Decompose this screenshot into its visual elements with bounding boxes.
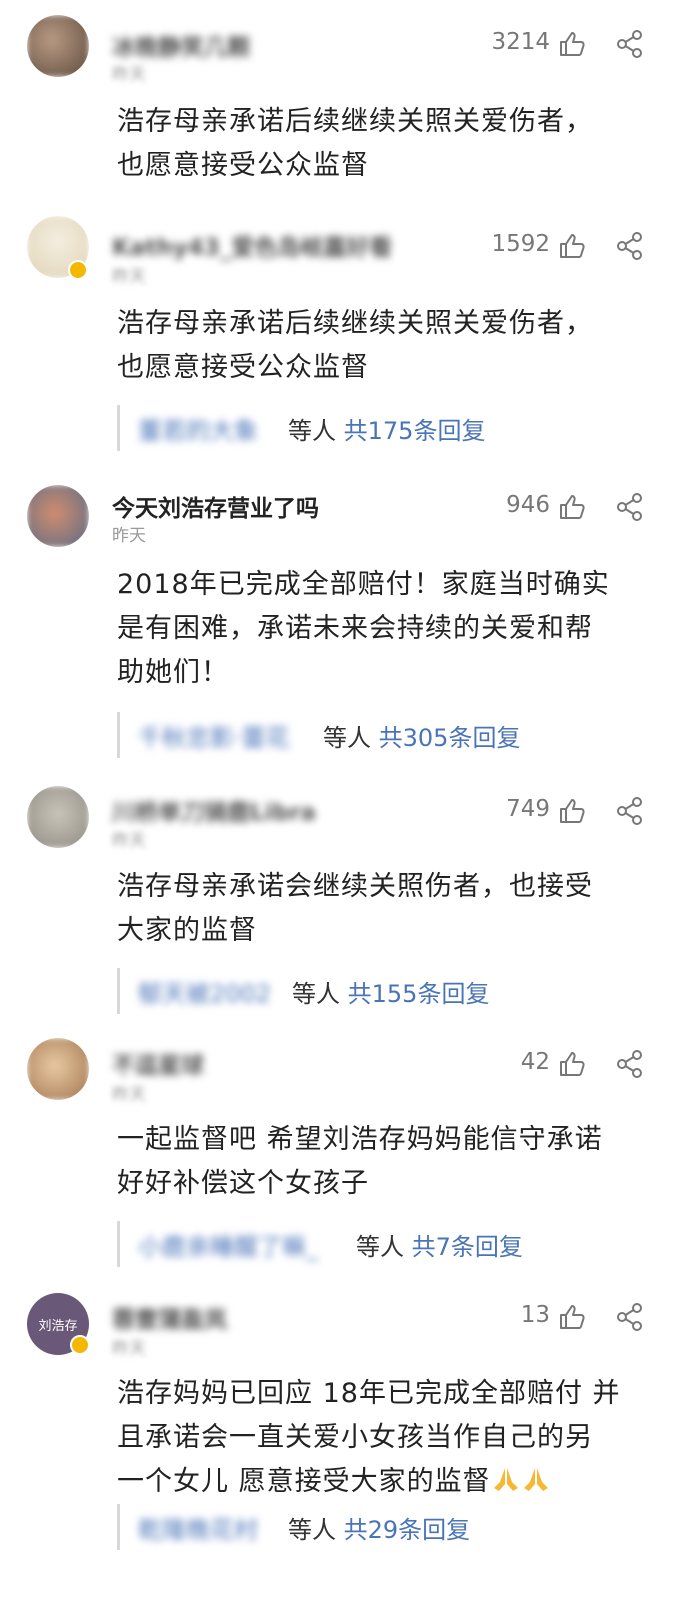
- comment-line: 浩存母亲承诺会继续关照伤者，也接受: [117, 871, 593, 902]
- timestamp: 昨天: [112, 267, 146, 287]
- reply-suffix: 等人: [292, 980, 340, 1008]
- reply-suffix: 等人: [356, 1233, 404, 1261]
- reply-suffix: 等人: [288, 417, 336, 445]
- comment-line: 浩存母亲承诺后续继续关照关爱伤者，: [117, 106, 593, 137]
- avatar-label: 刘浩存: [38, 1319, 78, 1334]
- replies-link[interactable]: 董若的大象 等人 共175条回复: [117, 405, 485, 451]
- timestamp: 昨天: [112, 1339, 146, 1359]
- timestamp: 昨天: [112, 831, 146, 851]
- avatar[interactable]: [27, 485, 89, 547]
- timestamp: 昨天: [112, 1085, 146, 1105]
- like-count: 42: [520, 1049, 550, 1075]
- reply-count: 共175条回复: [343, 417, 486, 445]
- reply-count: 共29条回复: [343, 1516, 471, 1544]
- comment-text: 浩存妈妈已回应 18年已完成全部赔付 并 且承诺会一直关爱小女孩当作自己的另 一…: [117, 1372, 657, 1504]
- comment-line: 助她们！: [117, 657, 229, 688]
- comment-line: 浩存妈妈已回应 18年已完成全部赔付 并: [117, 1378, 621, 1409]
- reply-summary: 等人 共305条回复: [323, 718, 520, 753]
- thumbs-up-icon[interactable]: [557, 29, 587, 59]
- comment-line: 是有困难，承诺未来会持续的关爱和帮: [117, 613, 593, 644]
- share-icon[interactable]: [615, 231, 645, 261]
- comment-text: 浩存母亲承诺会继续关照伤者，也接受 大家的监督: [117, 865, 657, 953]
- username[interactable]: 冰晚静笑几颗: [112, 28, 250, 62]
- reply-count: 共155条回复: [347, 980, 490, 1008]
- reply-summary: 等人 共29条回复: [288, 1510, 470, 1545]
- reply-summary: 等人 共175条回复: [288, 411, 485, 446]
- avatar[interactable]: [27, 1038, 89, 1100]
- reply-names: 千秋忠影·蕾花: [138, 724, 290, 752]
- comment-line-with-emoji: 一个女儿 愿意接受大家的监督: [117, 1460, 657, 1504]
- username[interactable]: 今天刘浩存营业了吗: [112, 489, 319, 523]
- praying-hands-emoji: [523, 1468, 548, 1491]
- thumbs-up-icon[interactable]: [557, 796, 587, 826]
- reply-summary: 等人 共155条回复: [292, 974, 489, 1009]
- username[interactable]: 不逗星球: [112, 1046, 204, 1080]
- comment-text: 浩存母亲承诺后续继续关照关爱伤者， 也愿意接受公众监督: [117, 100, 657, 188]
- comment-text: 一起监督吧 希望刘浩存妈妈能信守承诺 好好补偿这个女孩子: [117, 1118, 657, 1206]
- reply-summary: 等人 共7条回复: [356, 1227, 523, 1262]
- like-count: 13: [520, 1302, 550, 1328]
- avatar[interactable]: [27, 786, 89, 848]
- comment-text: 浩存母亲承诺后续继续关照关爱伤者， 也愿意接受公众监督: [117, 302, 657, 390]
- verified-badge: [68, 260, 88, 280]
- thumbs-up-icon[interactable]: [557, 231, 587, 261]
- username[interactable]: 川桥单刀骑鹿Libra: [112, 793, 316, 827]
- comment-line: 也愿意接受公众监督: [117, 150, 369, 181]
- share-icon[interactable]: [615, 1302, 645, 1332]
- share-icon[interactable]: [615, 1049, 645, 1079]
- comment-line: 一起监督吧 希望刘浩存妈妈能信守承诺: [117, 1124, 603, 1155]
- comment-line: 大家的监督: [117, 915, 257, 946]
- replies-link[interactable]: 小鹿亲睡醒了嘛_ 等人 共7条回复: [117, 1221, 523, 1267]
- replies-link[interactable]: 千秋忠影·蕾花 等人 共305条回复: [117, 712, 520, 758]
- replies-link[interactable]: 郁天被2002 等人 共155条回复: [117, 968, 489, 1014]
- comment-line: 浩存母亲承诺后续继续关照关爱伤者，: [117, 308, 593, 339]
- reply-count: 共305条回复: [378, 724, 521, 752]
- comment-line: 也愿意接受公众监督: [117, 352, 369, 383]
- share-icon[interactable]: [615, 796, 645, 826]
- username[interactable]: Kathy43_爱色岛岐嘉好看: [112, 228, 392, 262]
- reply-names: 乾隆晚花村: [138, 1516, 258, 1544]
- replies-link[interactable]: 乾隆晚花村 等人 共29条回复: [117, 1504, 470, 1550]
- username[interactable]: 蓉壹蒲盈岚: [112, 1300, 227, 1334]
- share-icon[interactable]: [615, 492, 645, 522]
- reply-names: 小鹿亲睡醒了嘛_: [138, 1233, 318, 1261]
- like-count: 749: [506, 796, 550, 822]
- like-count: 946: [506, 492, 550, 518]
- avatar[interactable]: [27, 15, 89, 77]
- reply-suffix: 等人: [288, 1516, 336, 1544]
- like-count: 3214: [491, 29, 550, 55]
- reply-names: 董若的大象: [138, 417, 258, 445]
- thumbs-up-icon[interactable]: [557, 1049, 587, 1079]
- comment-line: 一个女儿 愿意接受大家的监督: [117, 1466, 491, 1497]
- timestamp: 昨天: [112, 65, 146, 85]
- thumbs-up-icon[interactable]: [557, 492, 587, 522]
- reply-names: 郁天被2002: [138, 980, 272, 1008]
- reply-suffix: 等人: [323, 724, 371, 752]
- timestamp: 昨天: [112, 526, 146, 546]
- comment-text: 2018年已完成全部赔付！家庭当时确实 是有困难，承诺未来会持续的关爱和帮 助她…: [117, 563, 657, 695]
- comment-line: 且承诺会一直关爱小女孩当作自己的另: [117, 1422, 593, 1453]
- share-icon[interactable]: [615, 29, 645, 59]
- thumbs-up-icon[interactable]: [557, 1302, 587, 1332]
- verified-badge: [70, 1335, 90, 1355]
- reply-count: 共7条回复: [411, 1233, 523, 1261]
- comment-line: 2018年已完成全部赔付！家庭当时确实: [117, 569, 610, 600]
- comment-line: 好好补偿这个女孩子: [117, 1168, 369, 1199]
- like-count: 1592: [491, 231, 550, 257]
- praying-hands-emoji: [493, 1468, 518, 1491]
